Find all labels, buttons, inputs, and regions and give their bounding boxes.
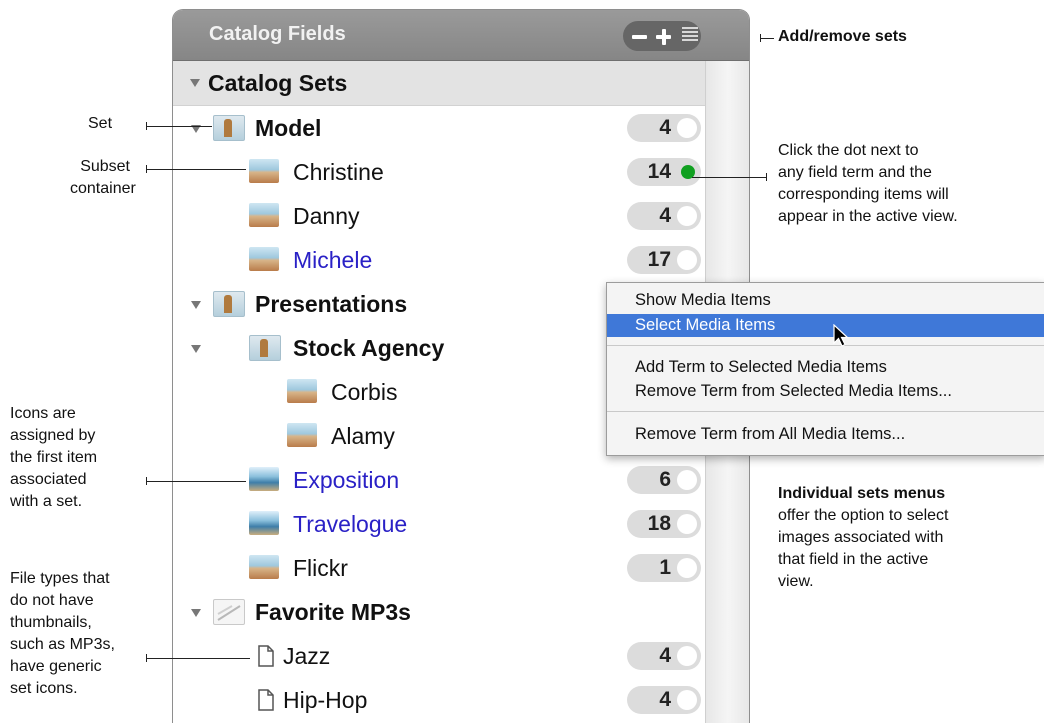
set-icon (213, 115, 245, 141)
annotation-icons: Icons are assigned by the first item ass… (10, 405, 98, 510)
list-item[interactable]: Travelogue 18 (173, 502, 705, 546)
callout-line (146, 481, 246, 482)
menu-separator (607, 411, 1044, 412)
count: 4 (659, 116, 671, 139)
item-label: Corbis (331, 379, 398, 405)
menu-item-add-term[interactable]: Add Term to Selected Media Items (607, 356, 1044, 379)
item-label: Travelogue (293, 511, 408, 537)
item-label: Favorite MP3s (255, 599, 411, 625)
count: 6 (659, 468, 671, 491)
filter-dot[interactable] (677, 690, 697, 710)
item-label: Presentations (255, 291, 408, 317)
callout-line (760, 38, 774, 39)
photo-icon (249, 555, 279, 579)
disclosure-triangle-icon[interactable] (191, 609, 201, 617)
photo-icon (249, 247, 279, 271)
item-label: Alamy (331, 423, 395, 449)
list-item[interactable]: Flickr 1 (173, 546, 705, 590)
callout-tick (760, 34, 761, 42)
photo-icon (249, 159, 279, 183)
annotation-add-remove: Add/remove sets (778, 28, 907, 45)
callout-line (146, 658, 250, 659)
count-badge: 4 (627, 202, 701, 230)
mp3-set-icon (213, 599, 245, 625)
disclosure-triangle-icon[interactable] (191, 345, 201, 353)
count-badge: 17 (627, 246, 701, 274)
photo-icon (287, 423, 317, 447)
disclosure-triangle-icon[interactable] (191, 301, 201, 309)
list-item[interactable]: Exposition 6 (173, 458, 705, 502)
set-icon (213, 291, 245, 317)
annotation-file-types: File types that do not have thumbnails, … (10, 570, 115, 697)
item-label: Hip-Hop (283, 687, 368, 713)
disclosure-triangle-icon[interactable] (190, 79, 200, 87)
filter-dot[interactable] (677, 118, 697, 138)
callout-tick (766, 173, 767, 181)
list-item[interactable]: Christine 14 (173, 150, 705, 194)
add-set-icon (662, 29, 666, 45)
photo-icon (287, 379, 317, 403)
count: 4 (659, 688, 671, 711)
filter-dot[interactable] (677, 470, 697, 490)
filter-dot[interactable] (677, 646, 697, 666)
count-badge: 4 (627, 686, 701, 714)
catalog-sets-header[interactable]: Catalog Sets (173, 61, 705, 106)
count-badge: 4 (627, 114, 701, 142)
menu-item-remove-term-all[interactable]: Remove Term from All Media Items... (607, 423, 1044, 446)
count-badge: 1 (627, 554, 701, 582)
list-options-icon[interactable] (682, 27, 698, 45)
context-menu: Show Media Items Select Media Items Add … (606, 282, 1044, 456)
item-label: Danny (293, 203, 360, 229)
menu-item-show-media-items[interactable]: Show Media Items (607, 289, 1044, 312)
set-icon (249, 335, 281, 361)
item-label: Exposition (293, 467, 400, 493)
beach-icon (249, 511, 279, 535)
count: 1 (659, 556, 671, 579)
photo-icon (249, 203, 279, 227)
filter-dot[interactable] (677, 206, 697, 226)
item-label: Michele (293, 247, 373, 273)
remove-set-button[interactable] (632, 35, 647, 39)
count-badge: 6 (627, 466, 701, 494)
menu-separator (607, 345, 1044, 346)
filter-dot[interactable] (677, 558, 697, 578)
list-item[interactable]: Favorite MP3s (173, 590, 705, 634)
item-label: Stock Agency (293, 335, 445, 361)
callout-line (146, 126, 212, 127)
list-item[interactable]: Model 4 (173, 106, 705, 150)
annotation-subset: Subset container (70, 158, 136, 197)
count: 4 (659, 204, 671, 227)
document-icon (255, 643, 275, 668)
count-badge: 14 (627, 158, 701, 186)
callout-line (146, 169, 246, 170)
count: 4 (659, 644, 671, 667)
list-item[interactable]: Danny 4 (173, 194, 705, 238)
list-item[interactable]: Hip-Hop 4 (173, 678, 705, 722)
document-icon (255, 687, 275, 712)
item-label: Flickr (293, 555, 348, 581)
count: 17 (647, 248, 671, 271)
list-item[interactable]: Jazz 4 (173, 634, 705, 678)
item-label: Model (255, 115, 322, 141)
panel-title: Catalog Fields (209, 23, 346, 45)
count-badge: 4 (627, 642, 701, 670)
filter-dot[interactable] (677, 250, 697, 270)
annotation-click-dot: Click the dot next to any field term and… (778, 142, 958, 225)
mouse-pointer-icon (833, 324, 850, 347)
callout-line (692, 177, 766, 178)
panel-titlebar: Catalog Fields (173, 10, 749, 61)
count: 18 (647, 512, 671, 535)
annotation-set: Set (88, 115, 113, 132)
list-item[interactable]: Michele 17 (173, 238, 705, 282)
section-header-label: Catalog Sets (208, 70, 348, 96)
annotation-sets-menus: Individual sets menus offer the option t… (778, 485, 949, 590)
menu-item-select-media-items[interactable]: Select Media Items (607, 314, 1044, 337)
beach-icon (249, 467, 279, 491)
filter-dot[interactable] (677, 514, 697, 534)
item-label: Christine (293, 159, 384, 185)
menu-item-remove-term-selected[interactable]: Remove Term from Selected Media Items... (607, 380, 1044, 403)
count-badge: 18 (627, 510, 701, 538)
count: 14 (647, 160, 671, 183)
item-label: Jazz (283, 643, 331, 669)
